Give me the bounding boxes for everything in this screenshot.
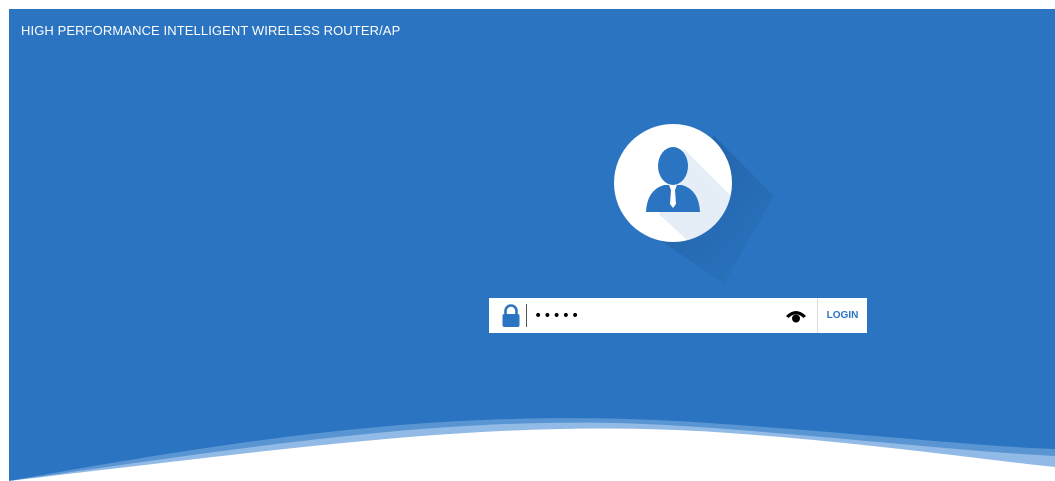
user-avatar (614, 124, 774, 284)
login-page: HIGH PERFORMANCE INTELLIGENT WIRELESS RO… (9, 9, 1055, 481)
wave-decoration (9, 418, 1055, 481)
password-input[interactable] (530, 302, 788, 329)
page-title: HIGH PERFORMANCE INTELLIGENT WIRELESS RO… (21, 23, 401, 38)
lock-icon (502, 304, 520, 327)
login-form: LOGIN (489, 298, 867, 333)
avatar-circle (614, 124, 732, 242)
login-button[interactable]: LOGIN (818, 298, 867, 333)
input-divider (526, 304, 527, 327)
user-avatar-icon (646, 147, 732, 242)
eye-icon[interactable] (785, 307, 807, 324)
